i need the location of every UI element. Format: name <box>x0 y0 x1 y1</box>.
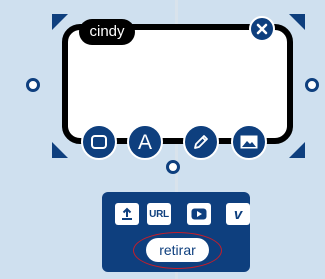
url-button[interactable]: URL <box>147 203 171 225</box>
youtube-button[interactable] <box>187 203 211 225</box>
selection-corner-bottom-right <box>289 142 305 158</box>
resize-handle-right[interactable] <box>305 78 319 92</box>
vimeo-icon: v <box>233 205 243 223</box>
close-button[interactable] <box>249 16 275 42</box>
youtube-icon <box>191 208 207 220</box>
resize-handle-left[interactable] <box>26 78 40 92</box>
highlight-ring <box>133 232 222 269</box>
vimeo-button[interactable]: v <box>226 203 250 225</box>
upload-icon <box>122 207 132 220</box>
close-icon <box>256 23 268 35</box>
tool-shape-button[interactable] <box>81 124 117 160</box>
pencil-icon <box>194 135 208 149</box>
tool-text-button[interactable]: A <box>127 124 163 160</box>
selection-corner-top-left <box>52 14 68 30</box>
tool-draw-button[interactable] <box>183 124 219 160</box>
name-tag: cindy <box>79 19 135 45</box>
image-icon <box>240 135 258 149</box>
upload-button[interactable] <box>115 203 139 225</box>
square-icon <box>91 135 107 149</box>
selection-corner-top-right <box>289 14 305 30</box>
letter-a-icon: A <box>137 130 152 154</box>
url-label: URL <box>149 208 169 220</box>
resize-handle-bottom[interactable] <box>166 160 180 174</box>
selection-corner-bottom-left <box>52 142 68 158</box>
tool-image-button[interactable] <box>231 124 267 160</box>
